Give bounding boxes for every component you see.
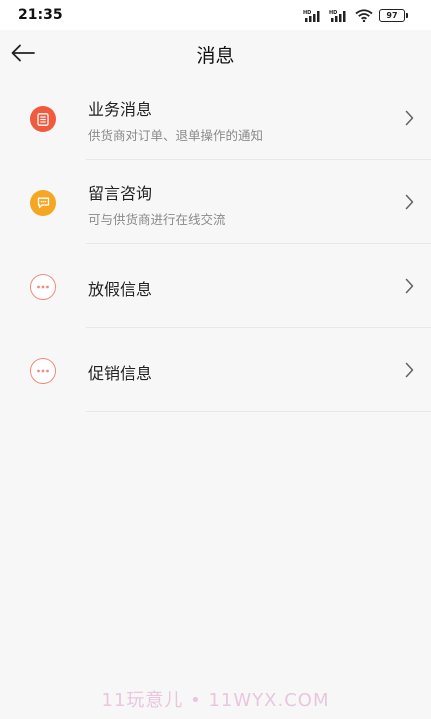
battery-icon: 97 bbox=[379, 8, 408, 22]
svg-text:HD: HD bbox=[303, 10, 311, 16]
svg-text:HD: HD bbox=[329, 10, 337, 16]
item-title: 留言咨询 bbox=[88, 184, 153, 203]
battery-level: 97 bbox=[386, 10, 398, 20]
list-item-holiday-info[interactable]: 放假信息 bbox=[0, 244, 431, 328]
list-item-message-consult[interactable]: 留言咨询 可与供货商进行在线交流 bbox=[0, 160, 431, 244]
chevron-right-icon bbox=[401, 109, 417, 127]
item-title: 促销信息 bbox=[88, 364, 153, 383]
document-icon bbox=[30, 106, 56, 132]
divider bbox=[86, 411, 431, 412]
watermark: 11玩意儿 • 11WYX.COM bbox=[101, 690, 330, 711]
item-title: 业务消息 bbox=[88, 100, 153, 119]
list-item-promotion-info[interactable]: 促销信息 bbox=[0, 328, 431, 412]
status-icons: HD HD 97 bbox=[303, 7, 408, 23]
hd-signal-icon: HD bbox=[303, 10, 320, 22]
status-time: 21:35 bbox=[18, 7, 63, 23]
list-item-business-messages[interactable]: 业务消息 供货商对订单、退单操作的通知 bbox=[0, 76, 431, 160]
hd-signal-icon: HD bbox=[329, 10, 346, 22]
more-dots-icon bbox=[30, 358, 56, 384]
page-title: 消息 bbox=[196, 45, 235, 67]
item-subtitle: 可与供货商进行在线交流 bbox=[88, 212, 226, 227]
item-title: 放假信息 bbox=[88, 280, 153, 299]
chevron-right-icon bbox=[401, 361, 417, 379]
chevron-right-icon bbox=[401, 193, 417, 211]
chevron-right-icon bbox=[401, 277, 417, 295]
message-category-list: 业务消息 供货商对订单、退单操作的通知 留言咨询 可与供货商进行在线交流 放假信… bbox=[0, 76, 431, 412]
wifi-icon bbox=[355, 8, 373, 22]
status-bar: 21:35 HD HD 97 bbox=[0, 0, 431, 30]
nav-bar: 消息 bbox=[0, 30, 431, 76]
chat-icon bbox=[30, 190, 56, 216]
item-subtitle: 供货商对订单、退单操作的通知 bbox=[88, 128, 264, 143]
more-dots-icon bbox=[30, 274, 56, 300]
